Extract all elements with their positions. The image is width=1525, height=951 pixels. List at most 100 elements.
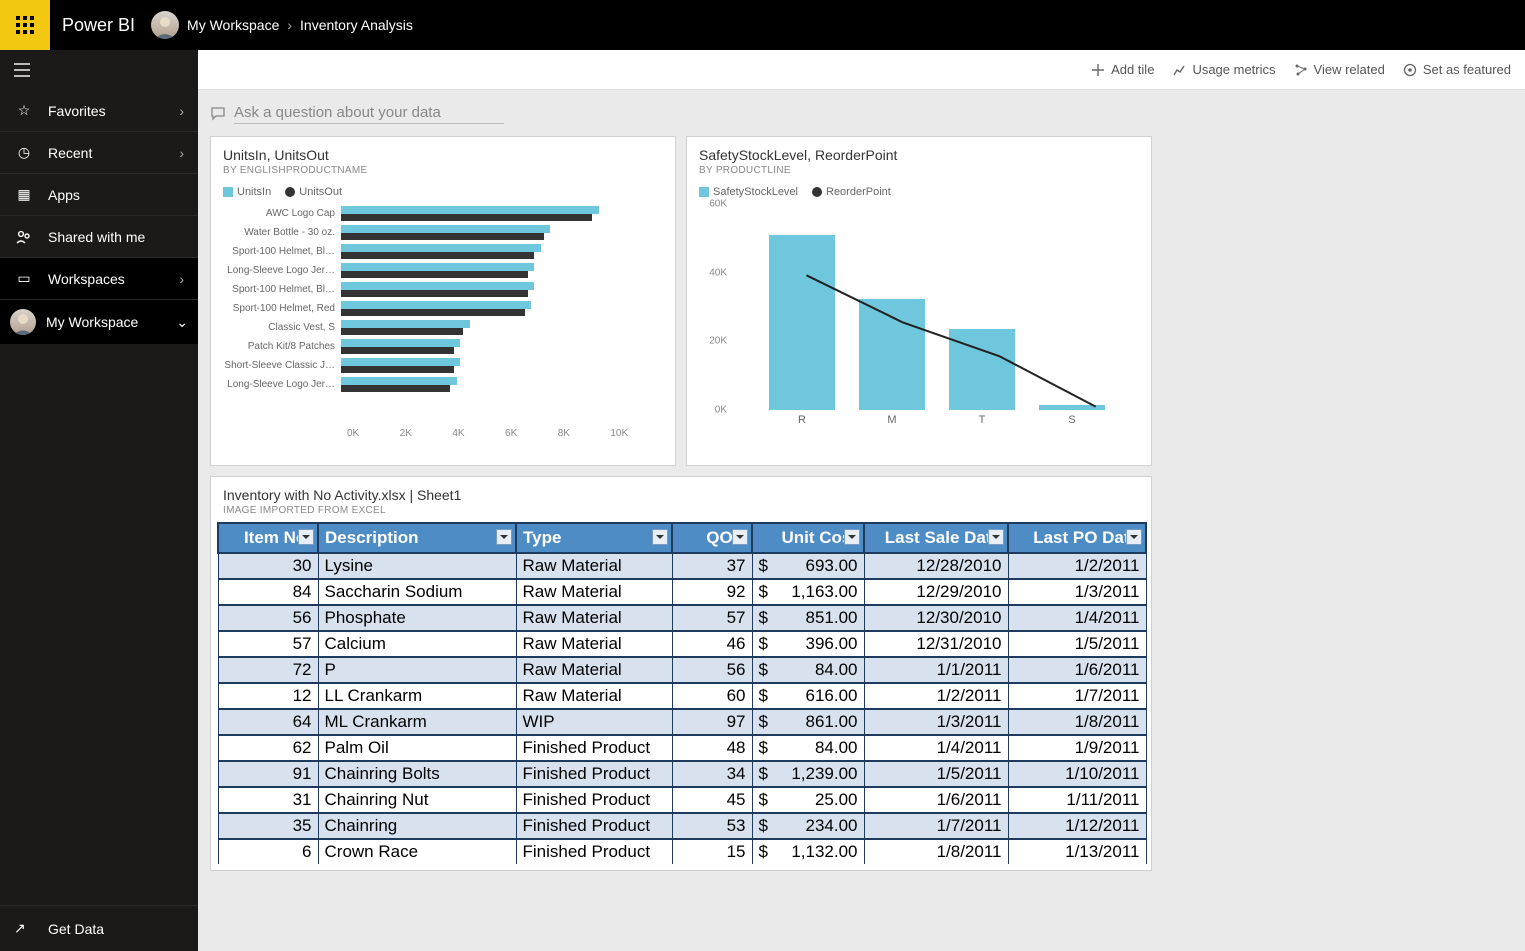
th-last-sale[interactable]: Last Sale Date	[864, 523, 1008, 553]
nav-label: Workspaces	[48, 271, 125, 287]
bar-row: Long-Sleeve Logo Jer…	[223, 375, 663, 394]
bar-row: Sport-100 Helmet, Red	[223, 299, 663, 318]
tile-subtitle: BY ENGLISHPRODUCTNAME	[223, 165, 663, 176]
bar-row: Short-Sleeve Classic J…	[223, 356, 663, 375]
bar-row: Sport-100 Helmet, Bl…	[223, 242, 663, 261]
bar-row: Patch Kit/8 Patches	[223, 337, 663, 356]
bar-label: Sport-100 Helmet, Bl…	[223, 284, 341, 295]
table-row: 84Saccharin SodiumRaw Material92$1,163.0…	[218, 579, 1146, 605]
avatar	[151, 11, 179, 39]
legend-label: UnitsIn	[237, 186, 271, 198]
dashboard-toolbar: Add tile Usage metrics View related Set …	[198, 50, 1525, 90]
qna-row[interactable]: Ask a question about your data	[210, 98, 1513, 136]
table-row: 6Crown RaceFinished Product15$1,132.001/…	[218, 839, 1146, 864]
tile-safety-stock[interactable]: SafetyStockLevel, ReorderPoint BY PRODUC…	[686, 136, 1152, 466]
tile-title: UnitsIn, UnitsOut	[223, 147, 663, 163]
app-launcher-icon[interactable]	[0, 0, 50, 50]
apps-icon: ▦	[14, 186, 34, 203]
chevron-right-icon: ›	[179, 145, 184, 161]
filter-icon[interactable]	[298, 529, 314, 545]
tile-subtitle: BY PRODUCTLINE	[699, 165, 1139, 176]
bar-label: Sport-100 Helmet, Bl…	[223, 246, 341, 257]
filter-icon[interactable]	[496, 529, 512, 545]
tile-title: SafetyStockLevel, ReorderPoint	[699, 147, 1139, 163]
chevron-right-icon: ›	[179, 271, 184, 287]
filter-icon[interactable]	[732, 529, 748, 545]
x-axis: 0K2K4K6K8K10K	[347, 428, 663, 439]
nav-shared[interactable]: Shared with me	[0, 216, 198, 258]
btn-label: Set as featured	[1423, 62, 1511, 77]
nav-recent[interactable]: ◷ Recent ›	[0, 132, 198, 174]
bar-label: Long-Sleeve Logo Jer…	[223, 379, 341, 390]
table-row: 56PhosphateRaw Material57$851.0012/30/20…	[218, 605, 1146, 631]
bar-label: Classic Vest, S	[223, 322, 341, 333]
nav-label: Apps	[48, 187, 80, 203]
th-item-no[interactable]: Item No.	[218, 523, 318, 553]
star-icon: ☆	[14, 102, 34, 119]
bar-label: Patch Kit/8 Patches	[223, 341, 341, 352]
brand-label: Power BI	[50, 15, 151, 36]
nav-label: Recent	[48, 145, 92, 161]
th-label: Type	[523, 528, 561, 547]
th-type[interactable]: Type	[516, 523, 672, 553]
th-label: Last PO Date	[1033, 528, 1139, 547]
filter-icon[interactable]	[844, 529, 860, 545]
bar-row: Water Bottle - 30 oz.	[223, 223, 663, 242]
th-unit-cost[interactable]: Unit Cost	[752, 523, 864, 553]
usage-metrics-button[interactable]: Usage metrics	[1172, 62, 1275, 77]
top-bar: Power BI My Workspace › Inventory Analys…	[0, 0, 1525, 50]
nav-favorites[interactable]: ☆ Favorites ›	[0, 90, 198, 132]
chevron-right-icon: ›	[279, 17, 300, 33]
nav-my-workspace[interactable]: My Workspace ⌄	[0, 300, 198, 344]
filter-icon[interactable]	[988, 529, 1004, 545]
btn-label: Usage metrics	[1192, 62, 1275, 77]
bar-label: Short-Sleeve Classic J…	[223, 360, 341, 371]
breadcrumb-page[interactable]: Inventory Analysis	[300, 17, 413, 33]
x-axis: RMTS	[739, 414, 1131, 434]
qna-input[interactable]: Ask a question about your data	[234, 104, 504, 124]
breadcrumb-workspace[interactable]: My Workspace	[187, 17, 279, 33]
clock-icon: ◷	[14, 144, 34, 161]
th-qoh[interactable]: QOH	[672, 523, 752, 553]
legend-label: ReorderPoint	[826, 186, 891, 198]
chevron-right-icon: ›	[179, 103, 184, 119]
table-row: 30LysineRaw Material37$693.0012/28/20101…	[218, 553, 1146, 579]
th-last-po[interactable]: Last PO Date	[1008, 523, 1146, 553]
workspaces-icon: ▭	[14, 270, 34, 287]
dashboard-canvas: Ask a question about your data UnitsIn, …	[198, 90, 1525, 951]
tile-excel-inventory[interactable]: Inventory with No Activity.xlsx | Sheet1…	[210, 476, 1152, 871]
breadcrumb: My Workspace › Inventory Analysis	[151, 11, 413, 39]
th-label: Last Sale Date	[885, 528, 1001, 547]
bar-row: Long-Sleeve Logo Jer…	[223, 261, 663, 280]
nav-label: Favorites	[48, 103, 106, 119]
th-description[interactable]: Description	[318, 523, 516, 553]
legend: SafetyStockLevel ReorderPoint	[699, 186, 1139, 198]
table-row: 31Chainring NutFinished Product45$25.001…	[218, 787, 1146, 813]
bar-chart: AWC Logo CapWater Bottle - 30 oz.Sport-1…	[223, 204, 663, 424]
table-row: 62Palm OilFinished Product48$84.001/4/20…	[218, 735, 1146, 761]
set-featured-button[interactable]: Set as featured	[1403, 62, 1511, 77]
nav-apps[interactable]: ▦ Apps	[0, 174, 198, 216]
bar-row: Sport-100 Helmet, Bl…	[223, 280, 663, 299]
nav-label: My Workspace	[46, 314, 138, 330]
y-axis: 60K40K20K0K	[699, 204, 731, 410]
btn-label: Add tile	[1111, 62, 1154, 77]
bar-label: Sport-100 Helmet, Red	[223, 303, 341, 314]
add-tile-button[interactable]: Add tile	[1091, 62, 1154, 77]
nav-workspaces[interactable]: ▭ Workspaces ›	[0, 258, 198, 300]
tile-units-in-out[interactable]: UnitsIn, UnitsOut BY ENGLISHPRODUCTNAME …	[210, 136, 676, 466]
bar-row: Classic Vest, S	[223, 318, 663, 337]
view-related-button[interactable]: View related	[1294, 62, 1385, 77]
filter-icon[interactable]	[1126, 529, 1142, 545]
filter-icon[interactable]	[652, 529, 668, 545]
btn-label: View related	[1314, 62, 1385, 77]
hamburger-icon[interactable]	[0, 50, 198, 90]
chat-icon	[210, 106, 226, 122]
nav-get-data[interactable]: ↗ Get Data	[0, 905, 198, 951]
avatar	[10, 309, 36, 335]
tile-title: Inventory with No Activity.xlsx | Sheet1	[223, 487, 1139, 503]
bar-label: Water Bottle - 30 oz.	[223, 227, 341, 238]
column-line-chart: 60K40K20K0K RMTS	[699, 204, 1139, 434]
table-row: 72PRaw Material56$84.001/1/20111/6/2011	[218, 657, 1146, 683]
arrow-icon: ↗	[14, 920, 34, 937]
